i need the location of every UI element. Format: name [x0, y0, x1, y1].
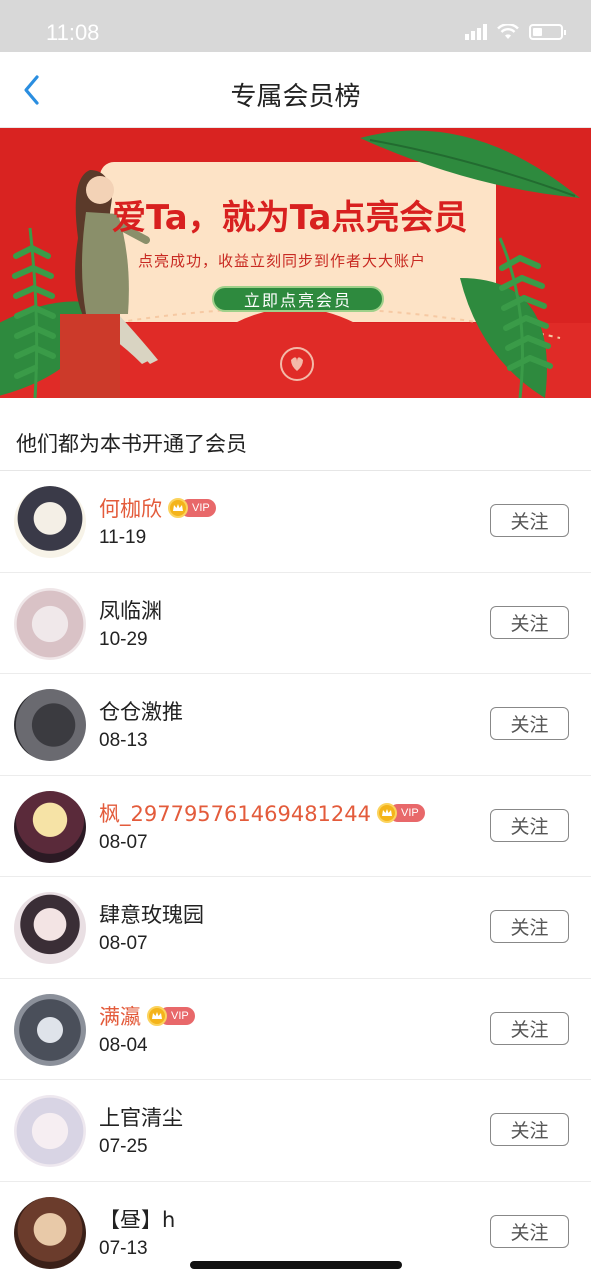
- banner-headline: 爱Ta，就为Ta点亮会员: [112, 198, 468, 238]
- follow-button[interactable]: 关注: [490, 504, 569, 537]
- member-row[interactable]: 凤临渊 10-29 关注: [0, 573, 591, 674]
- banner-subline: 点亮成功，收益立刻同步到作者大大账户: [138, 252, 427, 270]
- avatar[interactable]: [14, 993, 86, 1066]
- crown-icon: [377, 802, 397, 823]
- member-row[interactable]: 满瀛 VIP 08-04 关注: [0, 979, 591, 1080]
- member-name: 【昼】h: [99, 1204, 175, 1234]
- member-row[interactable]: 仓仓激推 08-13 关注: [0, 674, 591, 776]
- member-row[interactable]: 何枷欣 VIP 11-19 关注: [0, 471, 591, 573]
- avatar[interactable]: [14, 1196, 86, 1269]
- member-list: 何枷欣 VIP 11-19 关注 凤临渊 10-29 关注 仓仓激推 08-13 …: [0, 471, 591, 1280]
- member-name: 凤临渊: [99, 595, 162, 625]
- member-name-text: 【昼】h: [99, 1207, 176, 1232]
- status-icons: [465, 24, 566, 40]
- vip-badge: VIP: [377, 802, 425, 823]
- member-date: 07-13: [99, 1237, 148, 1259]
- wifi-icon: [497, 24, 519, 39]
- status-time: 11:08: [46, 20, 100, 45]
- follow-button[interactable]: 关注: [490, 605, 569, 639]
- banner-cta-button[interactable]: 立即点亮会员: [212, 286, 384, 312]
- member-date: 08-07: [99, 831, 148, 853]
- follow-button[interactable]: 关注: [490, 707, 569, 740]
- member-name-text: 满瀛: [99, 1004, 141, 1029]
- member-name: 上官清尘: [99, 1102, 183, 1132]
- avatar[interactable]: [14, 486, 86, 558]
- status-bar: 11:08: [0, 0, 591, 52]
- follow-button[interactable]: 关注: [490, 808, 569, 842]
- avatar[interactable]: [14, 587, 86, 660]
- home-indicator[interactable]: [190, 1261, 402, 1269]
- vip-badge: VIP: [147, 1005, 195, 1026]
- member-name-text: 肆意玫瑰园: [99, 903, 204, 927]
- page-title: 专属会员榜: [230, 82, 361, 112]
- member-row[interactable]: 枫_297795761469481244 VIP 08-07 关注: [0, 776, 591, 877]
- member-date: 07-25: [99, 1136, 148, 1157]
- member-row[interactable]: 肆意玫瑰园 08-07 关注: [0, 877, 591, 979]
- member-row[interactable]: 上官清尘 07-25 关注: [0, 1080, 591, 1182]
- crown-icon: [168, 498, 188, 518]
- follow-button[interactable]: 关注: [490, 910, 569, 943]
- member-name-text: 何枷欣: [99, 497, 162, 521]
- follow-button[interactable]: 关注: [490, 1113, 569, 1146]
- member-date: 11-19: [99, 527, 147, 548]
- vip-badge: VIP: [168, 498, 216, 518]
- member-name: 何枷欣 VIP: [99, 493, 216, 523]
- member-name-text: 枫_297795761469481244: [99, 801, 371, 826]
- avatar[interactable]: [14, 790, 86, 863]
- follow-button[interactable]: 关注: [490, 1214, 569, 1248]
- avatar[interactable]: [14, 892, 86, 964]
- member-name-text: 上官清尘: [99, 1106, 183, 1130]
- follow-button[interactable]: 关注: [490, 1011, 569, 1045]
- member-date: 08-13: [99, 730, 148, 751]
- member-name-text: 凤临渊: [99, 598, 162, 623]
- section-title: 他们都为本书开通了会员: [16, 432, 247, 456]
- crown-icon: [147, 1005, 167, 1026]
- member-name: 满瀛 VIP: [99, 1001, 195, 1031]
- battery-icon: [529, 24, 566, 40]
- member-date: 08-07: [99, 933, 148, 954]
- member-name: 仓仓激推: [99, 696, 183, 726]
- member-name-text: 仓仓激推: [99, 700, 183, 724]
- membership-banner[interactable]: 爱Ta，就为Ta点亮会员 点亮成功，收益立刻同步到作者大大账户 立即点亮会员: [0, 128, 591, 399]
- cellular-signal-icon: [465, 24, 487, 40]
- avatar[interactable]: [14, 1095, 86, 1167]
- member-date: 08-04: [99, 1034, 148, 1056]
- nav-bar: 专属会员榜: [0, 52, 591, 128]
- avatar[interactable]: [14, 689, 86, 761]
- member-name: 枫_297795761469481244 VIP: [99, 798, 425, 828]
- member-name: 肆意玫瑰园: [99, 899, 204, 929]
- member-date: 10-29: [99, 628, 148, 650]
